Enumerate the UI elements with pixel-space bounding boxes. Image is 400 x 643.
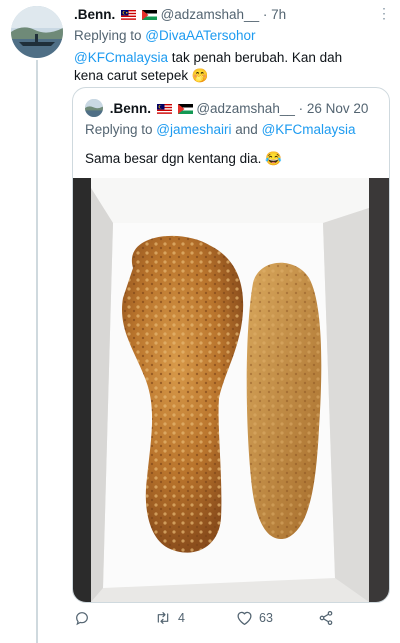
replying-prefix: Replying to	[74, 28, 146, 43]
action-bar: 4 63	[72, 605, 388, 633]
retweet-icon	[157, 612, 169, 624]
timestamp[interactable]: 7h	[271, 7, 286, 22]
food-photo[interactable]	[73, 178, 389, 602]
more-options-icon[interactable]: ⋮	[377, 6, 391, 20]
quoted-display-name: .Benn.	[109, 101, 152, 116]
retweet-button[interactable]: 4	[154, 610, 185, 626]
quoted-date: 26 Nov 20	[306, 101, 369, 116]
quoted-tweet[interactable]: .Benn. @adzamshah__ · 26 Nov 20 Replying…	[72, 87, 390, 603]
separator: ·	[262, 7, 268, 22]
quoted-emoji: 😂	[265, 151, 282, 166]
quoted-replying-link-1[interactable]: @jameshairi	[156, 122, 231, 137]
quoted-replying-prefix: Replying to	[85, 122, 157, 137]
avatar[interactable]	[11, 6, 63, 58]
like-button[interactable]: 63	[236, 610, 273, 626]
tweet-text: @KFCmalaysia tak penah berubah. Kan dah …	[74, 49, 374, 85]
reply-button[interactable]	[74, 610, 96, 626]
malaysia-flag-icon	[156, 104, 172, 114]
quoted-separator: ·	[298, 101, 304, 116]
thread-line	[36, 60, 38, 643]
retweet-count: 4	[178, 611, 185, 625]
quoted-avatar	[85, 99, 103, 117]
palestine-flag-icon	[177, 104, 193, 114]
emoji: 🤭	[191, 68, 209, 83]
quoted-handle: @adzamshah__	[196, 101, 295, 116]
palestine-flag-icon	[141, 10, 157, 20]
quoted-replying-link-2[interactable]: @KFCmalaysia	[262, 122, 356, 137]
reply-icon	[76, 612, 88, 626]
replying-to: Replying to @DivaAATersohor	[74, 28, 256, 43]
quoted-replying-and: and	[231, 122, 262, 137]
quoted-text: Sama besar dgn kentang dia. 😂	[85, 151, 282, 167]
share-icon	[319, 611, 333, 625]
quoted-header: .Benn. @adzamshah__ · 26 Nov 20	[85, 99, 368, 117]
like-count: 63	[259, 611, 273, 625]
heart-icon	[237, 611, 252, 626]
mention-link[interactable]: @KFCmalaysia	[74, 50, 168, 65]
handle[interactable]: @adzamshah__	[161, 7, 260, 22]
share-button[interactable]	[318, 610, 334, 626]
tweet-header: .Benn. @adzamshah__ · 7h	[74, 7, 286, 22]
quoted-replying-to: Replying to @jameshairi and @KFCmalaysia	[85, 122, 356, 137]
replying-to-link[interactable]: @DivaAATersohor	[145, 28, 255, 43]
quoted-body: Sama besar dgn kentang dia.	[85, 151, 262, 166]
malaysia-flag-icon	[121, 10, 137, 20]
avatar-image	[11, 6, 63, 58]
display-name[interactable]: .Benn.	[74, 7, 115, 22]
